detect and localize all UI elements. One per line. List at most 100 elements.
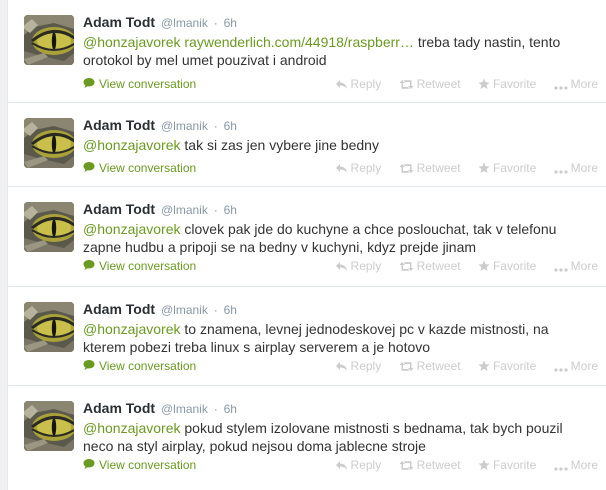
avatar[interactable] (24, 118, 74, 168)
avatar[interactable] (24, 15, 74, 65)
tweet[interactable]: Adam Todt @lmanik · 6h @honzajavorek ray… (8, 0, 606, 103)
retweet-button[interactable]: Retweet (399, 258, 461, 274)
reply-label: Reply (350, 359, 382, 373)
favorite-button[interactable]: Favorite (478, 457, 536, 473)
retweet-label: Retweet (416, 259, 461, 273)
username[interactable]: @lmanik (161, 16, 208, 30)
fullname[interactable]: Adam Todt (83, 301, 155, 317)
tweet-footer: View conversation Reply Retweet Favorite (83, 76, 598, 92)
mention-link[interactable]: @honzajavorek (83, 321, 181, 337)
more-button[interactable]: More (554, 76, 598, 92)
tweet-text: @honzajavorek tak si zas jen vybere jine… (83, 136, 588, 154)
mention-link[interactable]: @honzajavorek (83, 420, 181, 436)
cat-eye-avatar-image (24, 118, 74, 168)
reply-button[interactable]: Reply (335, 76, 382, 92)
reply-arrow-icon (335, 461, 347, 470)
timestamp[interactable]: 6h (224, 119, 237, 133)
retweet-button[interactable]: Retweet (399, 76, 461, 92)
ellipsis-icon (554, 368, 568, 372)
tweet-header: Adam Todt @lmanik · 6h (83, 301, 237, 317)
view-conversation-label: View conversation (99, 359, 197, 373)
more-button[interactable]: More (554, 258, 598, 274)
more-label: More (570, 359, 598, 373)
username[interactable]: @lmanik (161, 203, 208, 217)
more-button[interactable]: More (554, 160, 598, 176)
favorite-label: Favorite (492, 259, 537, 273)
separator: · (213, 303, 218, 317)
view-conversation-link[interactable]: View conversation (83, 160, 196, 176)
view-conversation-label: View conversation (99, 77, 197, 91)
fullname[interactable]: Adam Todt (83, 201, 155, 217)
avatar[interactable] (24, 202, 74, 252)
retweet-label: Retweet (416, 77, 461, 91)
view-conversation-label: View conversation (99, 458, 197, 472)
avatar[interactable] (24, 401, 74, 451)
star-icon (478, 78, 490, 89)
retweet-icon (399, 164, 414, 173)
username[interactable]: @lmanik (161, 402, 208, 416)
star-icon (478, 260, 490, 271)
ellipsis-icon (554, 86, 568, 90)
tweet-body: tak si zas jen vybere jine bedny (184, 137, 379, 153)
reply-button[interactable]: Reply (335, 160, 382, 176)
retweet-label: Retweet (416, 458, 461, 472)
fullname[interactable]: Adam Todt (83, 117, 155, 133)
tweet[interactable]: Adam Todt @lmanik · 6h @honzajavorek tak… (8, 103, 606, 187)
timestamp[interactable]: 6h (224, 303, 237, 317)
retweet-button[interactable]: Retweet (399, 457, 461, 473)
speech-bubble-icon (83, 78, 95, 88)
fullname[interactable]: Adam Todt (83, 400, 155, 416)
cat-eye-avatar-image (24, 302, 74, 352)
timeline: Adam Todt @lmanik · 6h @honzajavorek ray… (7, 0, 606, 490)
mention-link[interactable]: @honzajavorek (83, 137, 181, 153)
reply-label: Reply (350, 77, 382, 91)
reply-label: Reply (350, 161, 382, 175)
reply-button[interactable]: Reply (335, 258, 382, 274)
timestamp[interactable]: 6h (224, 402, 237, 416)
retweet-button[interactable]: Retweet (399, 358, 461, 374)
favorite-button[interactable]: Favorite (478, 358, 536, 374)
tweet-header: Adam Todt @lmanik · 6h (83, 117, 237, 133)
cat-eye-avatar-image (24, 401, 74, 451)
ellipsis-icon (554, 170, 568, 174)
more-label: More (570, 77, 598, 91)
reply-label: Reply (350, 259, 382, 273)
tweet-text: @honzajavorek to znamena, levnej jednode… (83, 320, 588, 356)
tweet[interactable]: Adam Todt @lmanik · 6h @honzajavorek pok… (8, 386, 606, 490)
tweet-footer: View conversation Reply Retweet Favorite (83, 160, 598, 176)
favorite-label: Favorite (492, 359, 537, 373)
more-button[interactable]: More (554, 457, 598, 473)
url-link[interactable]: raywenderlich.com/44918/raspberr… (184, 34, 414, 50)
view-conversation-link[interactable]: View conversation (83, 258, 196, 274)
fullname[interactable]: Adam Todt (83, 14, 155, 30)
username[interactable]: @lmanik (161, 303, 208, 317)
reply-arrow-icon (335, 164, 347, 173)
tweet[interactable]: Adam Todt @lmanik · 6h @honzajavorek clo… (8, 187, 606, 287)
retweet-icon (399, 461, 414, 470)
reply-button[interactable]: Reply (335, 358, 382, 374)
username[interactable]: @lmanik (161, 119, 208, 133)
mention-link[interactable]: @honzajavorek (83, 34, 181, 50)
favorite-button[interactable]: Favorite (478, 258, 536, 274)
favorite-button[interactable]: Favorite (478, 160, 536, 176)
more-button[interactable]: More (554, 358, 598, 374)
more-label: More (570, 458, 598, 472)
tweet-header: Adam Todt @lmanik · 6h (83, 201, 237, 217)
view-conversation-link[interactable]: View conversation (83, 457, 196, 473)
tweet-actions: Reply Retweet Favorite More (321, 358, 598, 374)
timestamp[interactable]: 6h (224, 203, 237, 217)
separator: · (213, 119, 218, 133)
avatar[interactable] (24, 302, 74, 352)
view-conversation-link[interactable]: View conversation (83, 76, 196, 92)
more-label: More (570, 161, 598, 175)
mention-link[interactable]: @honzajavorek (83, 221, 181, 237)
reply-button[interactable]: Reply (335, 457, 381, 473)
favorite-button[interactable]: Favorite (478, 76, 536, 92)
star-icon (478, 459, 490, 470)
timestamp[interactable]: 6h (224, 16, 237, 30)
view-conversation-link[interactable]: View conversation (83, 358, 196, 374)
tweet-footer: View conversation Reply Retweet Favorite (83, 258, 598, 274)
tweet[interactable]: Adam Todt @lmanik · 6h @honzajavorek to … (8, 287, 606, 386)
star-icon (478, 162, 490, 173)
retweet-button[interactable]: Retweet (399, 160, 461, 176)
